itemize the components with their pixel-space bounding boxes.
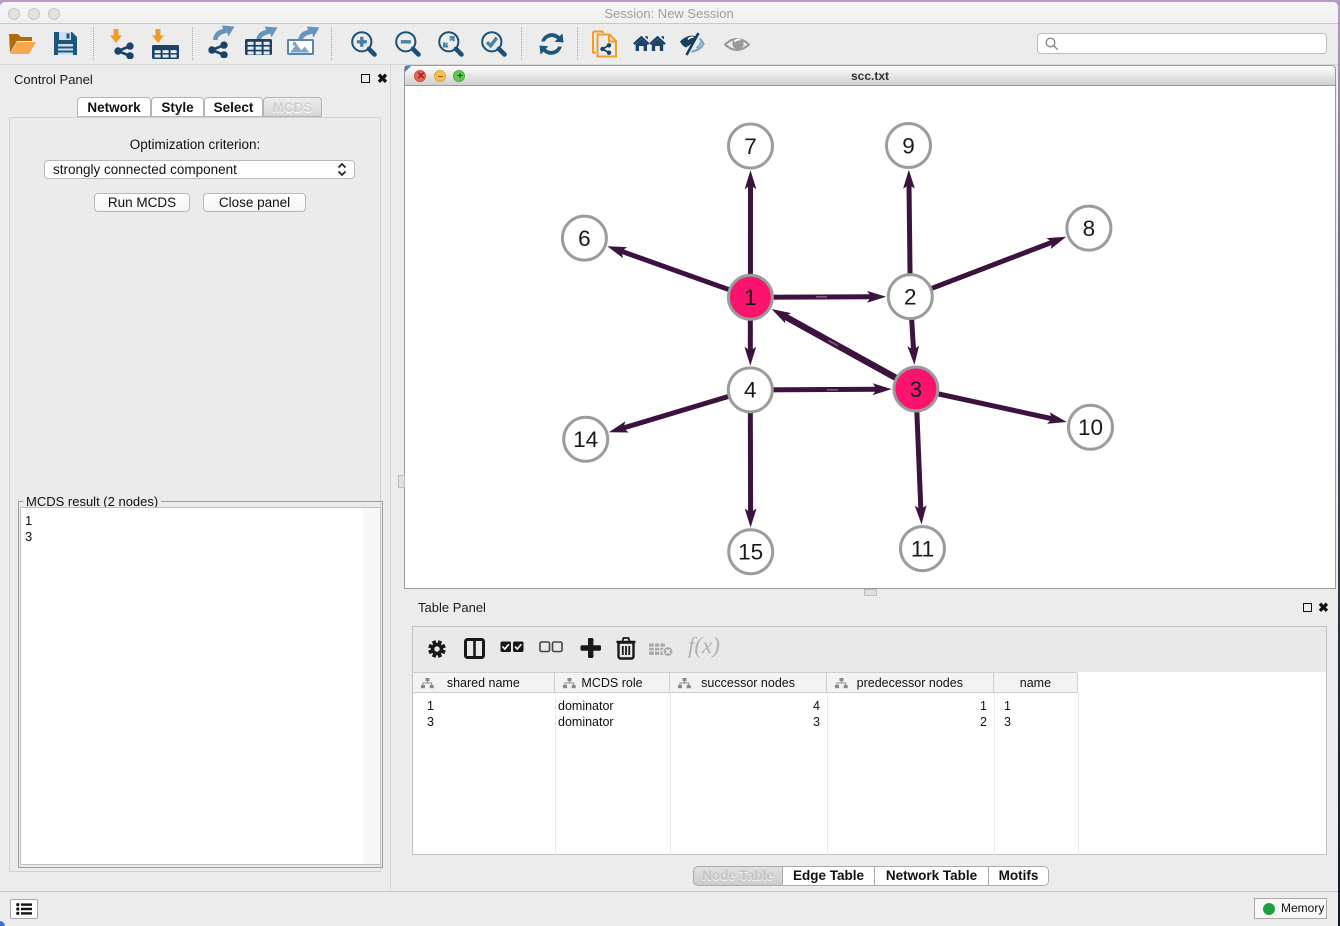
svg-text:10: 10 [1078,415,1103,440]
svg-text:2: 2 [904,284,917,309]
svg-text:7: 7 [744,134,757,159]
svg-text:4: 4 [744,378,757,403]
svg-text:9: 9 [902,133,915,158]
svg-text:8: 8 [1083,216,1096,241]
svg-text:11: 11 [911,536,934,561]
svg-text:3: 3 [910,377,923,402]
svg-text:1: 1 [744,285,757,310]
svg-text:15: 15 [738,540,763,565]
svg-text:6: 6 [578,226,591,251]
svg-text:14: 14 [573,427,598,452]
